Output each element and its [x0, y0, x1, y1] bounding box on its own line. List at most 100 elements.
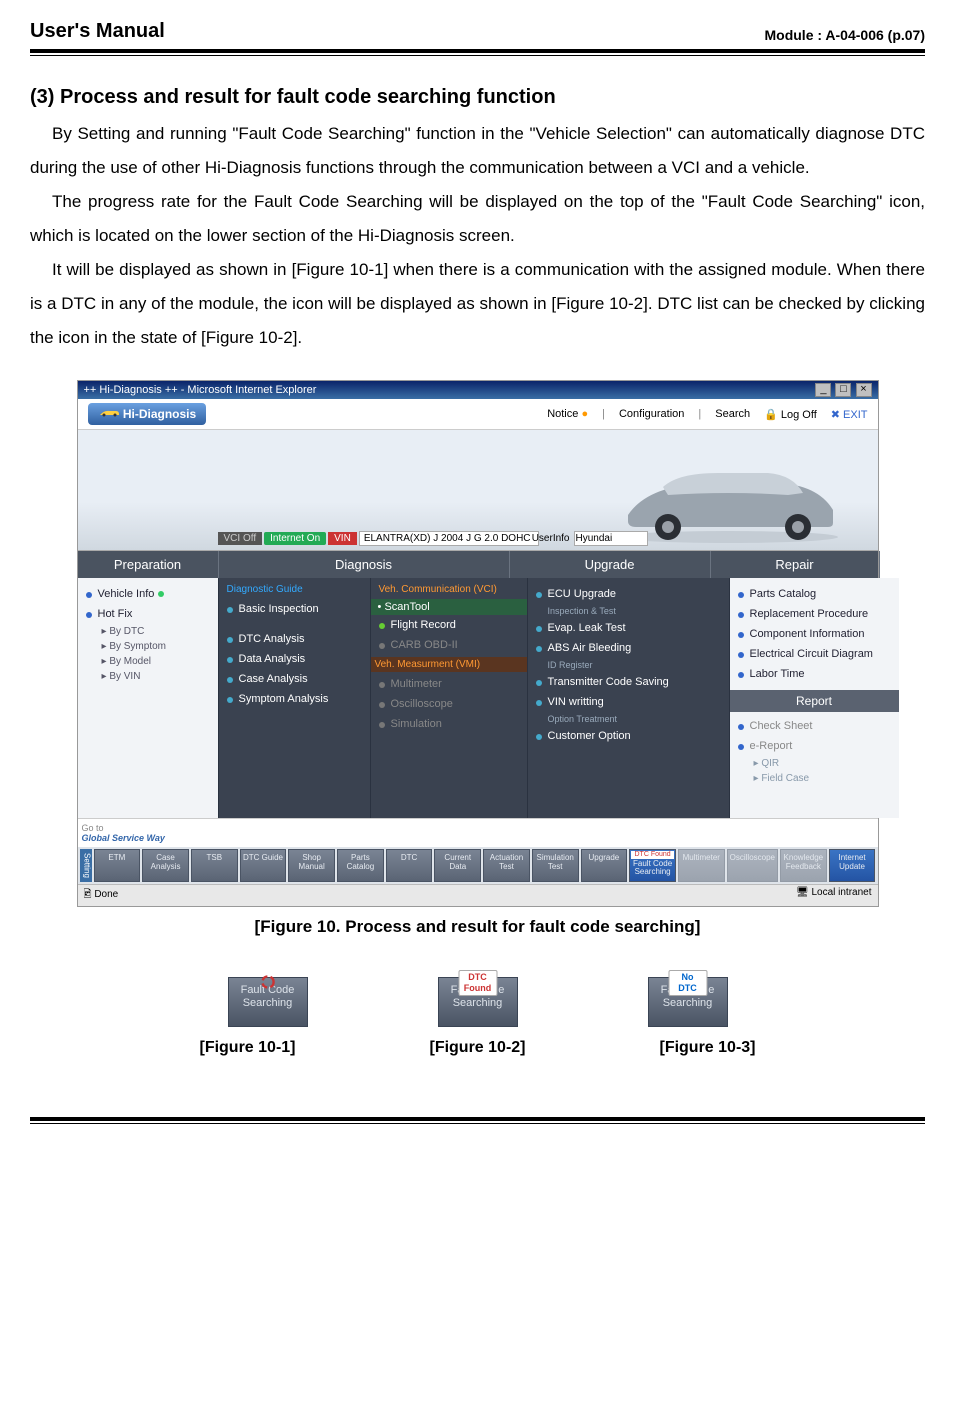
exit-link[interactable]: ✖ EXIT — [831, 408, 868, 421]
item-e-report[interactable]: e-Report — [738, 736, 891, 756]
btn-upgrade[interactable]: Upgrade — [581, 849, 628, 882]
item-vin-writing[interactable]: VIN writting — [536, 692, 721, 712]
item-data-analysis[interactable]: Data Analysis — [227, 649, 362, 669]
status-bar: 🖻 Done 🖥 Local intranet — [78, 884, 878, 906]
configuration-link[interactable]: Configuration — [619, 408, 684, 420]
window-buttons[interactable]: _ □ × — [814, 383, 871, 397]
hotfix-by-dtc[interactable]: ▸ By DTC — [86, 624, 210, 639]
item-component-info[interactable]: Component Information — [738, 624, 891, 644]
app-logo: Hi-Diagnosis — [88, 403, 207, 425]
fcs-icon-loading: Fault Code Searching — [228, 977, 308, 1027]
btn-current-data[interactable]: Current Data — [434, 849, 481, 882]
hotfix-by-symptom[interactable]: ▸ By Symptom — [86, 639, 210, 654]
btn-shop-manual[interactable]: Shop Manual — [288, 849, 335, 882]
cat-repair[interactable]: Repair — [711, 551, 880, 578]
vci-status: VCI Off — [218, 532, 263, 545]
btn-case-analysis[interactable]: Case Analysis — [142, 849, 189, 882]
userinfo: UserInfo — [532, 531, 648, 546]
item-basic-inspection[interactable]: Basic Inspection — [227, 599, 362, 619]
item-labor-time[interactable]: Labor Time — [738, 664, 891, 684]
item-field-case[interactable]: ▸ Field Case — [738, 771, 891, 786]
userinfo-input[interactable] — [574, 531, 648, 546]
status-left: 🖻 Done — [84, 887, 119, 904]
col-upgrade: ECU Upgrade Inspection & Test Evap. Leak… — [528, 578, 730, 818]
logoff-link[interactable]: 🔒 Log Off — [764, 408, 817, 421]
sub-inspection-test: Inspection & Test — [536, 604, 721, 618]
btn-tsb[interactable]: TSB — [191, 849, 238, 882]
col-repair: Parts Catalog Replacement Procedure Comp… — [730, 578, 899, 818]
item-qir[interactable]: ▸ QIR — [738, 756, 891, 771]
head-vmi: Veh. Measurment (VMI) — [371, 657, 527, 672]
notice-link[interactable]: Notice ● — [547, 408, 588, 420]
goto-label: Go to — [82, 823, 104, 833]
item-electrical-diagram[interactable]: Electrical Circuit Diagram — [738, 644, 891, 664]
item-oscilloscope[interactable]: Oscilloscope — [379, 694, 519, 714]
close-icon[interactable]: × — [856, 383, 872, 397]
hotfix-by-vin[interactable]: ▸ By VIN — [86, 669, 210, 684]
paragraph-1: By Setting and running "Fault Code Searc… — [30, 117, 925, 185]
sub-id-register: ID Register — [536, 658, 721, 672]
setting-tab[interactable]: Setting — [80, 849, 92, 882]
btn-etm[interactable]: ETM — [94, 849, 141, 882]
btn-fault-code-searching[interactable]: DTC Found Fault Code Searching — [629, 849, 676, 882]
hero-area: VCI Off Internet On VIN ELANTRA(XD) J 20… — [78, 430, 878, 551]
minimize-icon[interactable]: _ — [815, 383, 831, 397]
btn-parts-catalog[interactable]: Parts Catalog — [337, 849, 384, 882]
vin-value[interactable]: ELANTRA(XD) J 2004 J G 2.0 DOHC — [359, 531, 539, 546]
item-case-analysis[interactable]: Case Analysis — [227, 669, 362, 689]
item-carb-obd[interactable]: CARB OBD-II — [379, 635, 519, 655]
item-symptom-analysis[interactable]: Symptom Analysis — [227, 689, 362, 709]
menu-body: Vehicle Info Hot Fix ▸ By DTC ▸ By Sympt… — [78, 578, 878, 818]
item-transmitter-code[interactable]: Transmitter Code Saving — [536, 672, 721, 692]
item-ecu-upgrade[interactable]: ECU Upgrade — [536, 584, 721, 604]
item-flight-record[interactable]: Flight Record — [379, 615, 519, 635]
body-text: By Setting and running "Fault Code Searc… — [30, 117, 925, 355]
btn-dtc[interactable]: DTC — [386, 849, 433, 882]
item-scantool[interactable]: • ScanTool — [371, 599, 527, 615]
item-check-sheet[interactable]: Check Sheet — [738, 716, 891, 736]
item-vehicle-info[interactable]: Vehicle Info — [86, 584, 210, 604]
btn-dtc-guide[interactable]: DTC Guide — [240, 849, 287, 882]
item-hot-fix[interactable]: Hot Fix — [86, 604, 210, 624]
item-dtc-analysis[interactable]: DTC Analysis — [227, 629, 362, 649]
btn-actuation-test[interactable]: Actuation Test — [483, 849, 530, 882]
fcs-icon-dtc-found: DTC Found Fault Code Searching — [438, 977, 518, 1027]
cat-preparation[interactable]: Preparation — [78, 551, 219, 578]
footer-rule — [30, 1117, 925, 1124]
maximize-icon[interactable]: □ — [835, 383, 851, 397]
hotfix-by-model[interactable]: ▸ By Model — [86, 654, 210, 669]
paragraph-2: The progress rate for the Fault Code Sea… — [30, 185, 925, 253]
btn-internet-update[interactable]: Internet Update — [829, 849, 876, 882]
btn-simulation-test[interactable]: Simulation Test — [532, 849, 579, 882]
item-multimeter[interactable]: Multimeter — [379, 674, 519, 694]
fcs-icon-no-dtc: No DTC Fault Code Searching — [648, 977, 728, 1027]
figure-10-3-caption: [Figure 10-3] — [648, 1039, 768, 1057]
search-link[interactable]: Search — [715, 408, 750, 420]
gsw-link[interactable]: Global Service Way — [82, 833, 165, 843]
item-parts-catalog[interactable]: Parts Catalog — [738, 584, 891, 604]
no-dtc-badge-icon: No DTC — [668, 970, 707, 996]
item-abs-bleeding[interactable]: ABS Air Bleeding — [536, 638, 721, 658]
internet-status: Internet On — [264, 532, 326, 545]
btn-oscilloscope[interactable]: Oscilloscope — [727, 849, 778, 882]
page-header-module: Module : A-04-006 (p.07) — [764, 27, 925, 43]
spinner-icon — [260, 974, 276, 990]
cat-upgrade[interactable]: Upgrade — [510, 551, 711, 578]
btn-multimeter[interactable]: Multimeter — [678, 849, 725, 882]
userinfo-label: UserInfo — [532, 533, 570, 544]
item-simulation[interactable]: Simulation — [379, 714, 519, 734]
header-rule — [30, 49, 925, 56]
bottom-toolbar: Setting ETM Case Analysis TSB DTC Guide … — [78, 847, 878, 884]
item-replacement-procedure[interactable]: Replacement Procedure — [738, 604, 891, 624]
btn-knowledge-feedback[interactable]: Knowledge Feedback — [780, 849, 827, 882]
app-topbar: Hi-Diagnosis Notice ● | Configuration | … — [78, 399, 878, 430]
category-row: Preparation Diagnosis Upgrade Repair — [78, 551, 878, 578]
item-customer-option[interactable]: Customer Option — [536, 726, 721, 746]
figure-10-1-caption: [Figure 10-1] — [188, 1039, 308, 1057]
icon-row: Fault Code Searching DTC Found Fault Cod… — [30, 977, 925, 1027]
page-header-title: User's Manual — [30, 20, 165, 43]
section-heading: (3) Process and result for fault code se… — [30, 86, 925, 109]
cat-diagnosis[interactable]: Diagnosis — [219, 551, 510, 578]
item-evap-leak[interactable]: Evap. Leak Test — [536, 618, 721, 638]
window-titlebar: ++ Hi-Diagnosis ++ - Microsoft Internet … — [78, 381, 878, 399]
